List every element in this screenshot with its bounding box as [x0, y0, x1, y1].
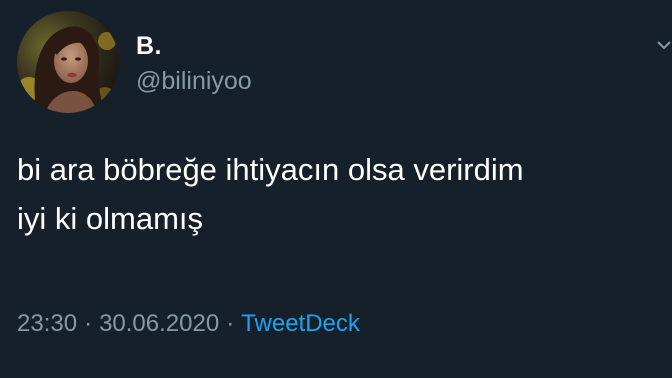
- avatar[interactable]: [17, 11, 119, 113]
- user-handle[interactable]: @biliniyoo: [136, 67, 252, 96]
- display-name[interactable]: B.: [136, 32, 162, 61]
- tweet-meta: 23:30 · 30.06.2020 · TweetDeck: [17, 310, 360, 338]
- avatar-image: [17, 11, 119, 113]
- chevron-down-icon[interactable]: [656, 36, 672, 56]
- tweet-text-line: iyi ki olmamış: [17, 201, 204, 236]
- tweet-time[interactable]: 23:30: [17, 310, 77, 337]
- tweet-card: B. @biliniyoo bi ara böbreğe ihtiyacın o…: [0, 0, 672, 378]
- tweet-text-line: bi ara böbreğe ihtiyacın olsa verirdim: [17, 152, 524, 187]
- tweet-text: bi ara böbreğe ihtiyacın olsa verirdim i…: [17, 145, 667, 243]
- tweet-date[interactable]: 30.06.2020: [99, 310, 219, 337]
- meta-separator: ·: [226, 310, 235, 337]
- tweet-source-link[interactable]: TweetDeck: [241, 310, 360, 337]
- meta-separator: ·: [84, 310, 93, 337]
